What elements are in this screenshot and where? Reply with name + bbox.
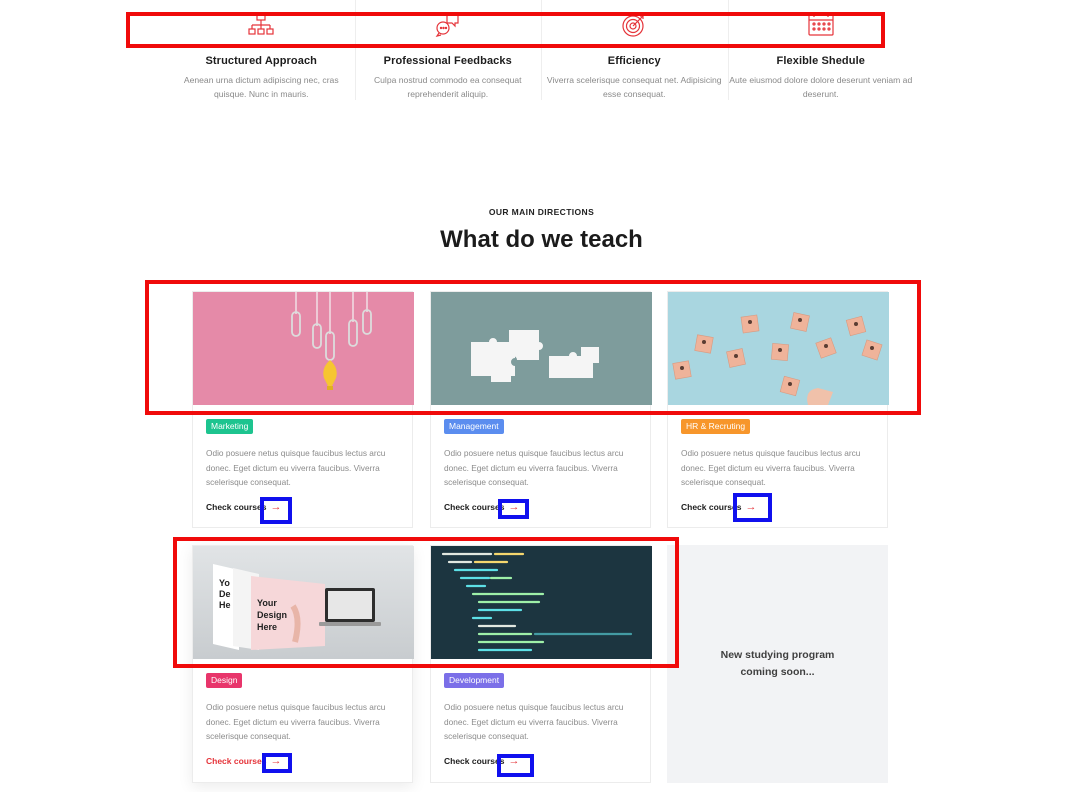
mockup-line-3: Here (257, 622, 277, 632)
check-courses-label: Check courses (681, 502, 742, 513)
feature-title: Structured Approach (205, 55, 317, 67)
coming-soon-placeholder: New studying program coming soon... (667, 545, 888, 783)
check-courses-label: Check courses (444, 756, 505, 767)
feature-title: Flexible Shedule (776, 55, 865, 67)
arrow-right-icon[interactable]: → (508, 755, 519, 767)
feature-text: Culpa nostrud commodo ea consequat repre… (373, 75, 522, 99)
mockup-behind-line-3: He (219, 600, 231, 610)
category-tag: HR & Recruting (681, 419, 751, 434)
category-tag: Marketing (206, 419, 254, 434)
course-card-management[interactable]: Management Odio posuere netus quisque fa… (430, 291, 652, 528)
card-description: Odio posuere netus quisque faucibus lect… (681, 448, 861, 488)
design-mockup-image: Yo De He Your Design Here (193, 546, 414, 659)
check-courses-label: Check courses (444, 502, 505, 513)
arrow-right-icon[interactable]: → (508, 501, 519, 513)
course-card-marketing[interactable]: Marketing Odio posuere netus quisque fau… (192, 291, 414, 528)
course-card-hr[interactable]: HR & Recruting Odio posuere netus quisqu… (667, 291, 889, 528)
features-row: Structured Approach Aenean urna dictum a… (168, 0, 914, 110)
mockup-behind-line-2: De (219, 589, 231, 599)
sitemap-icon (168, 0, 355, 50)
check-courses-link[interactable]: Check courses → (206, 755, 399, 767)
check-courses-label: Check courses (206, 756, 267, 767)
section-title: What do we teach (440, 226, 643, 253)
section-eyebrow: OUR MAIN DIRECTIONS (488, 207, 595, 217)
code-screen-image (431, 546, 652, 659)
check-courses-link[interactable]: Check courses → (444, 755, 637, 767)
arrow-right-icon[interactable]: → (745, 501, 756, 513)
check-courses-link[interactable]: Check courses → (681, 501, 874, 513)
mockup-line-1: Your (257, 598, 277, 608)
check-courses-link[interactable]: Check courses → (444, 501, 637, 513)
check-courses-label: Check courses (206, 502, 267, 513)
feature-text: Viverra scelerisque consequat net. Adipi… (546, 75, 722, 99)
feature-flexible-schedule: Flexible Shedule Aute eiusmod dolore dol… (727, 0, 915, 110)
card-description: Odio posuere netus quisque faucibus lect… (444, 702, 624, 742)
feature-professional-feedbacks: Professional Feedbacks Culpa nostrud com… (354, 0, 542, 110)
feature-structured-approach: Structured Approach Aenean urna dictum a… (168, 0, 355, 110)
feature-title: Professional Feedbacks (383, 55, 512, 67)
target-icon (541, 0, 728, 50)
paperclip-lightbulb-image (193, 292, 414, 405)
feature-text: Aute eiusmod dolore dolore deserunt veni… (729, 75, 913, 99)
category-tag: Management (444, 419, 504, 434)
feature-title: Efficiency (607, 55, 661, 67)
feature-text: Aenean urna dictum adipiscing nec, cras … (183, 75, 339, 99)
puzzle-pieces-image (431, 292, 652, 405)
mockup-behind-line-1: Yo (219, 578, 230, 588)
card-description: Odio posuere netus quisque faucibus lect… (206, 702, 386, 742)
arrow-right-icon[interactable]: → (270, 755, 281, 767)
course-card-design[interactable]: Yo De He Your Design Here Design Odio po… (192, 545, 414, 783)
feature-efficiency: Efficiency Viverra scelerisque consequat… (541, 0, 728, 110)
arrow-right-icon[interactable]: → (270, 501, 281, 513)
course-card-development[interactable]: Development Odio posuere netus quisque f… (430, 545, 652, 783)
category-tag: Design (206, 673, 243, 688)
check-courses-link[interactable]: Check courses → (206, 501, 399, 513)
card-description: Odio posuere netus quisque faucibus lect… (206, 448, 386, 488)
calendar-icon (728, 0, 915, 50)
people-cubes-image (668, 292, 889, 405)
coming-soon-text: New studying program coming soon... (720, 649, 835, 678)
mockup-line-2: Design (257, 610, 287, 620)
card-description: Odio posuere netus quisque faucibus lect… (444, 448, 624, 488)
category-tag: Development (444, 673, 505, 688)
chat-bubbles-icon (355, 0, 542, 50)
